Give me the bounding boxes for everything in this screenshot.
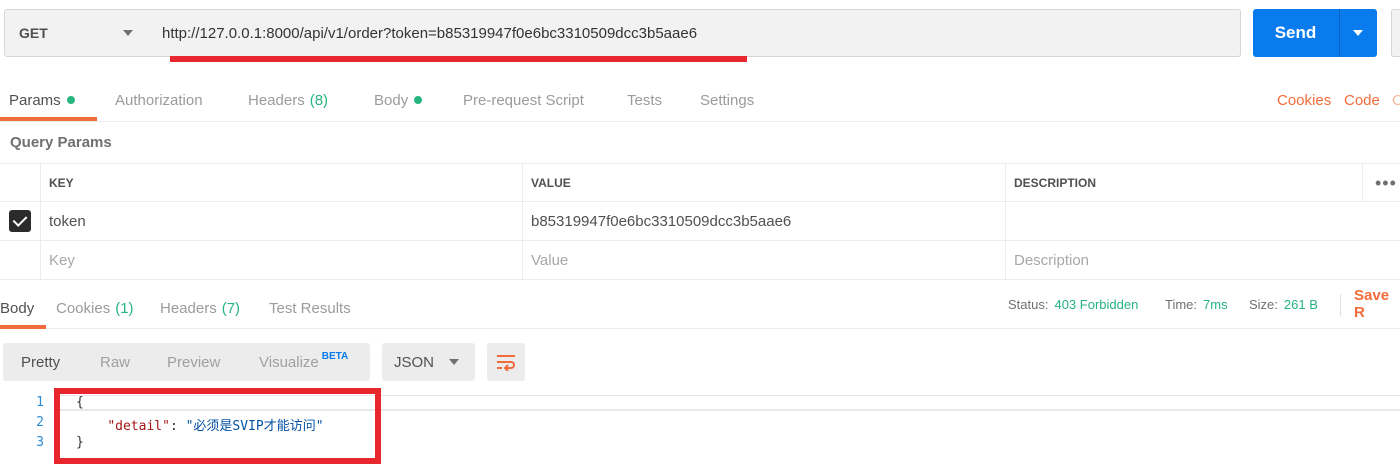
row-checkbox-cell [0,202,40,240]
chevron-down-icon [449,359,459,365]
new-description-input[interactable]: Description [1005,241,1400,279]
resp-tab-test-results-label: Test Results [269,300,351,317]
tab-authorization[interactable]: Authorization [115,78,203,122]
status-label: Status: [1008,296,1049,312]
table-header-row: KEY VALUE DESCRIPTION ••• [0,163,1400,202]
send-label: Send [1274,23,1317,42]
header-check-cell [0,164,40,202]
tab-body[interactable]: Body [374,78,423,122]
size-value: 261 B [1283,296,1318,312]
url-input[interactable]: http://127.0.0.1:8000/api/v1/order?token… [148,9,1241,57]
active-response-tab-underline [0,325,46,329]
save-button-edge[interactable] [1391,9,1400,57]
send-divider [1339,9,1340,57]
cookies-link[interactable]: Cookies [1277,78,1331,122]
param-value[interactable]: b85319947f0e6bc3310509dcc3b5aae6 [522,202,1005,240]
param-key[interactable]: token [40,202,522,240]
preview-button[interactable]: Preview [167,343,220,381]
headers-count: (8) [309,91,329,109]
resp-headers-count: (7) [221,300,241,317]
method-select[interactable]: GET [4,9,149,57]
more-options-icon[interactable]: ••• [1362,164,1397,202]
resp-tab-cookies-label: Cookies [56,300,111,317]
time-value: 7ms [1203,296,1228,312]
annotation-underline [170,56,747,62]
time-readout: Time: 7ms [1165,288,1228,320]
code-link[interactable]: Code [1344,78,1380,122]
raw-button[interactable]: Raw [100,343,130,381]
visualize-label: Visualize [259,353,319,371]
resp-tab-body[interactable]: Body [0,288,34,329]
resp-tab-body-label: Body [0,300,35,317]
request-bar: GET http://127.0.0.1:8000/api/v1/order?t… [0,0,1400,70]
new-row-check-cell [0,241,40,279]
size-readout: Size: 261 B [1249,288,1318,320]
line-number: 2 [36,415,44,430]
status-value: 403 Forbidden [1054,296,1139,312]
new-key-input[interactable]: Key [40,241,522,279]
column-header-description: DESCRIPTION [1005,164,1400,202]
tab-params-label: Params [9,91,61,109]
tab-tests-label: Tests [627,91,663,109]
tab-authorization-label: Authorization [115,91,203,109]
new-value-input[interactable]: Value [522,241,1005,279]
send-button[interactable]: Send [1253,9,1377,57]
param-checkbox[interactable] [9,210,31,232]
method-label: GET [19,25,48,41]
resp-cookies-count: (1) [115,300,134,317]
save-response-button[interactable]: Save R [1354,287,1400,321]
line-number: 1 [36,395,44,410]
column-header-value: VALUE [522,164,1005,202]
time-label: Time: [1165,296,1198,312]
send-options-chevron-icon[interactable] [1353,30,1363,36]
status-readout: Status: 403 Forbidden [1008,288,1138,320]
visualize-button[interactable]: Visualize BETA [259,343,348,381]
beta-badge: BETA [321,350,349,362]
tab-params[interactable]: Params [9,78,75,122]
tab-settings[interactable]: Settings [700,78,754,122]
params-indicator-dot [66,96,75,104]
line-number: 3 [36,435,44,450]
resp-tab-headers-label: Headers [160,300,217,317]
table-row-new: Key Value Description [0,241,1400,280]
request-tabs: Params Authorization Headers (8) Body Pre… [0,78,1400,122]
pretty-button[interactable]: Pretty [21,343,60,381]
chevron-down-icon [123,30,133,36]
resp-tab-cookies[interactable]: Cookies (1) [56,288,134,329]
resp-tab-test-results[interactable]: Test Results [269,288,351,329]
comments-link-cut[interactable]: C [1392,78,1400,122]
tab-tests[interactable]: Tests [627,78,662,122]
column-header-key: KEY [40,164,522,202]
param-description[interactable] [1005,202,1400,240]
wrap-lines-icon [497,355,515,371]
resp-tab-headers[interactable]: Headers (7) [160,288,240,329]
format-select[interactable]: JSON [382,343,475,381]
tab-headers[interactable]: Headers (8) [248,78,328,122]
view-mode-group: Pretty Raw Preview Visualize BETA [3,343,370,381]
format-label: JSON [394,353,435,371]
body-indicator-dot [414,96,423,104]
tab-pre-request-script[interactable]: Pre-request Script [463,78,584,122]
wrap-lines-button[interactable] [487,343,525,381]
active-tab-underline [0,117,97,121]
query-params-table: KEY VALUE DESCRIPTION ••• token b8531994… [0,163,1400,280]
status-divider [1340,294,1341,316]
query-params-title: Query Params [10,134,112,151]
size-label: Size: [1249,296,1278,312]
tab-settings-label: Settings [700,91,755,109]
tab-body-label: Body [374,91,409,109]
table-row: token b85319947f0e6bc3310509dcc3b5aae6 [0,202,1400,241]
tab-headers-label: Headers [248,91,305,109]
tab-pre-request-label: Pre-request Script [463,91,584,109]
annotation-box [54,388,381,464]
